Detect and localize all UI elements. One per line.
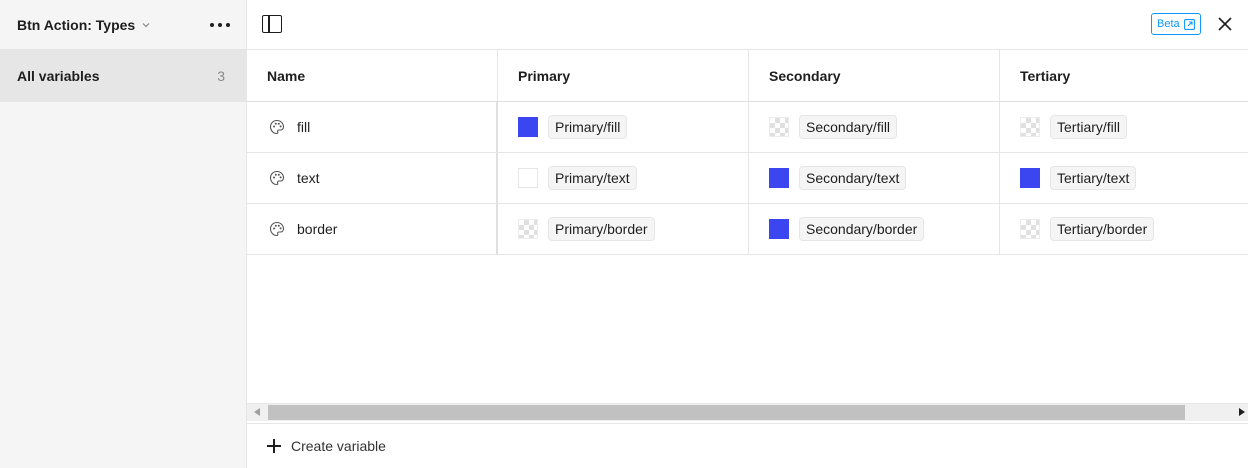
alias-pill[interactable]: Tertiary/text xyxy=(1050,166,1137,190)
beta-label: Beta xyxy=(1157,18,1180,30)
color-swatch[interactable] xyxy=(518,168,538,188)
alias-pill[interactable]: Primary/text xyxy=(548,166,637,190)
scrollbar-thumb[interactable] xyxy=(268,405,1185,420)
variable-name: fill xyxy=(297,119,311,135)
table-row[interactable]: border Primary/border Secondary/border T… xyxy=(247,204,1248,255)
sidebar-item-label: All variables xyxy=(17,68,100,84)
transparent-swatch[interactable] xyxy=(1020,117,1040,137)
toggle-sidebar-icon[interactable] xyxy=(262,15,282,33)
external-link-icon xyxy=(1183,18,1195,30)
color-swatch[interactable] xyxy=(1020,168,1040,188)
value-cell-tertiary[interactable]: Tertiary/text xyxy=(1000,153,1248,203)
transparent-swatch[interactable] xyxy=(1020,219,1040,239)
create-variable-label: Create variable xyxy=(291,438,386,454)
collection-name[interactable]: Btn Action: Types xyxy=(17,17,135,33)
sidebar-header: Btn Action: Types xyxy=(0,0,246,50)
color-palette-icon xyxy=(269,170,285,186)
sidebar-item-all-variables[interactable]: All variables 3 xyxy=(0,50,246,102)
column-header-name[interactable]: Name xyxy=(247,50,498,101)
dot-icon xyxy=(226,22,230,27)
transparent-swatch[interactable] xyxy=(769,117,789,137)
table-row[interactable]: fill Primary/fill Secondary/fill Tertiar… xyxy=(247,102,1248,153)
value-cell-secondary[interactable]: Secondary/fill xyxy=(749,102,1000,152)
alias-pill[interactable]: Secondary/border xyxy=(799,217,925,241)
horizontal-scrollbar[interactable] xyxy=(247,403,1248,421)
value-cell-primary[interactable]: Primary/text xyxy=(498,153,749,203)
alias-pill[interactable]: Primary/fill xyxy=(548,115,628,139)
variable-name: text xyxy=(297,170,320,186)
column-header-secondary[interactable]: Secondary xyxy=(749,50,1000,101)
value-cell-tertiary[interactable]: Tertiary/fill xyxy=(1000,102,1248,152)
table-header: Name Primary Secondary Tertiary xyxy=(247,50,1248,102)
alias-pill[interactable]: Tertiary/fill xyxy=(1050,115,1128,139)
value-cell-tertiary[interactable]: Tertiary/border xyxy=(1000,204,1248,254)
color-palette-icon xyxy=(269,119,285,135)
variable-name-cell[interactable]: fill xyxy=(247,102,498,152)
main-panel: Beta Name Primary Secondary Tertiary fil… xyxy=(247,0,1248,468)
transparent-swatch[interactable] xyxy=(518,219,538,239)
alias-pill[interactable]: Primary/border xyxy=(548,217,655,241)
variable-name: border xyxy=(297,221,338,237)
more-options-button[interactable] xyxy=(208,19,232,31)
column-header-primary[interactable]: Primary xyxy=(498,50,749,101)
color-palette-icon xyxy=(269,221,285,237)
alias-pill[interactable]: Tertiary/border xyxy=(1050,217,1155,241)
value-cell-secondary[interactable]: Secondary/text xyxy=(749,153,1000,203)
sidebar: Btn Action: Types All variables 3 xyxy=(0,0,247,468)
variable-name-cell[interactable]: border xyxy=(247,204,498,254)
scroll-right-arrow-icon[interactable] xyxy=(1239,408,1245,416)
color-swatch[interactable] xyxy=(769,168,789,188)
chevron-down-icon[interactable] xyxy=(141,20,151,30)
sidebar-item-count: 3 xyxy=(217,68,225,84)
dot-icon xyxy=(210,22,214,27)
plus-icon xyxy=(267,439,281,453)
close-icon[interactable] xyxy=(1217,16,1233,32)
create-variable-button[interactable]: Create variable xyxy=(247,423,1248,468)
color-swatch[interactable] xyxy=(518,117,538,137)
value-cell-primary[interactable]: Primary/fill xyxy=(498,102,749,152)
value-cell-secondary[interactable]: Secondary/border xyxy=(749,204,1000,254)
color-swatch[interactable] xyxy=(769,219,789,239)
column-header-tertiary[interactable]: Tertiary xyxy=(1000,50,1248,101)
variable-name-cell[interactable]: text xyxy=(247,153,498,203)
topbar: Beta xyxy=(247,0,1248,50)
scroll-left-arrow-icon[interactable] xyxy=(254,408,260,416)
beta-badge[interactable]: Beta xyxy=(1151,13,1201,35)
table-row[interactable]: text Primary/text Secondary/text Tertiar… xyxy=(247,153,1248,204)
alias-pill[interactable]: Secondary/fill xyxy=(799,115,898,139)
value-cell-primary[interactable]: Primary/border xyxy=(498,204,749,254)
dot-icon xyxy=(218,22,222,27)
alias-pill[interactable]: Secondary/text xyxy=(799,166,907,190)
